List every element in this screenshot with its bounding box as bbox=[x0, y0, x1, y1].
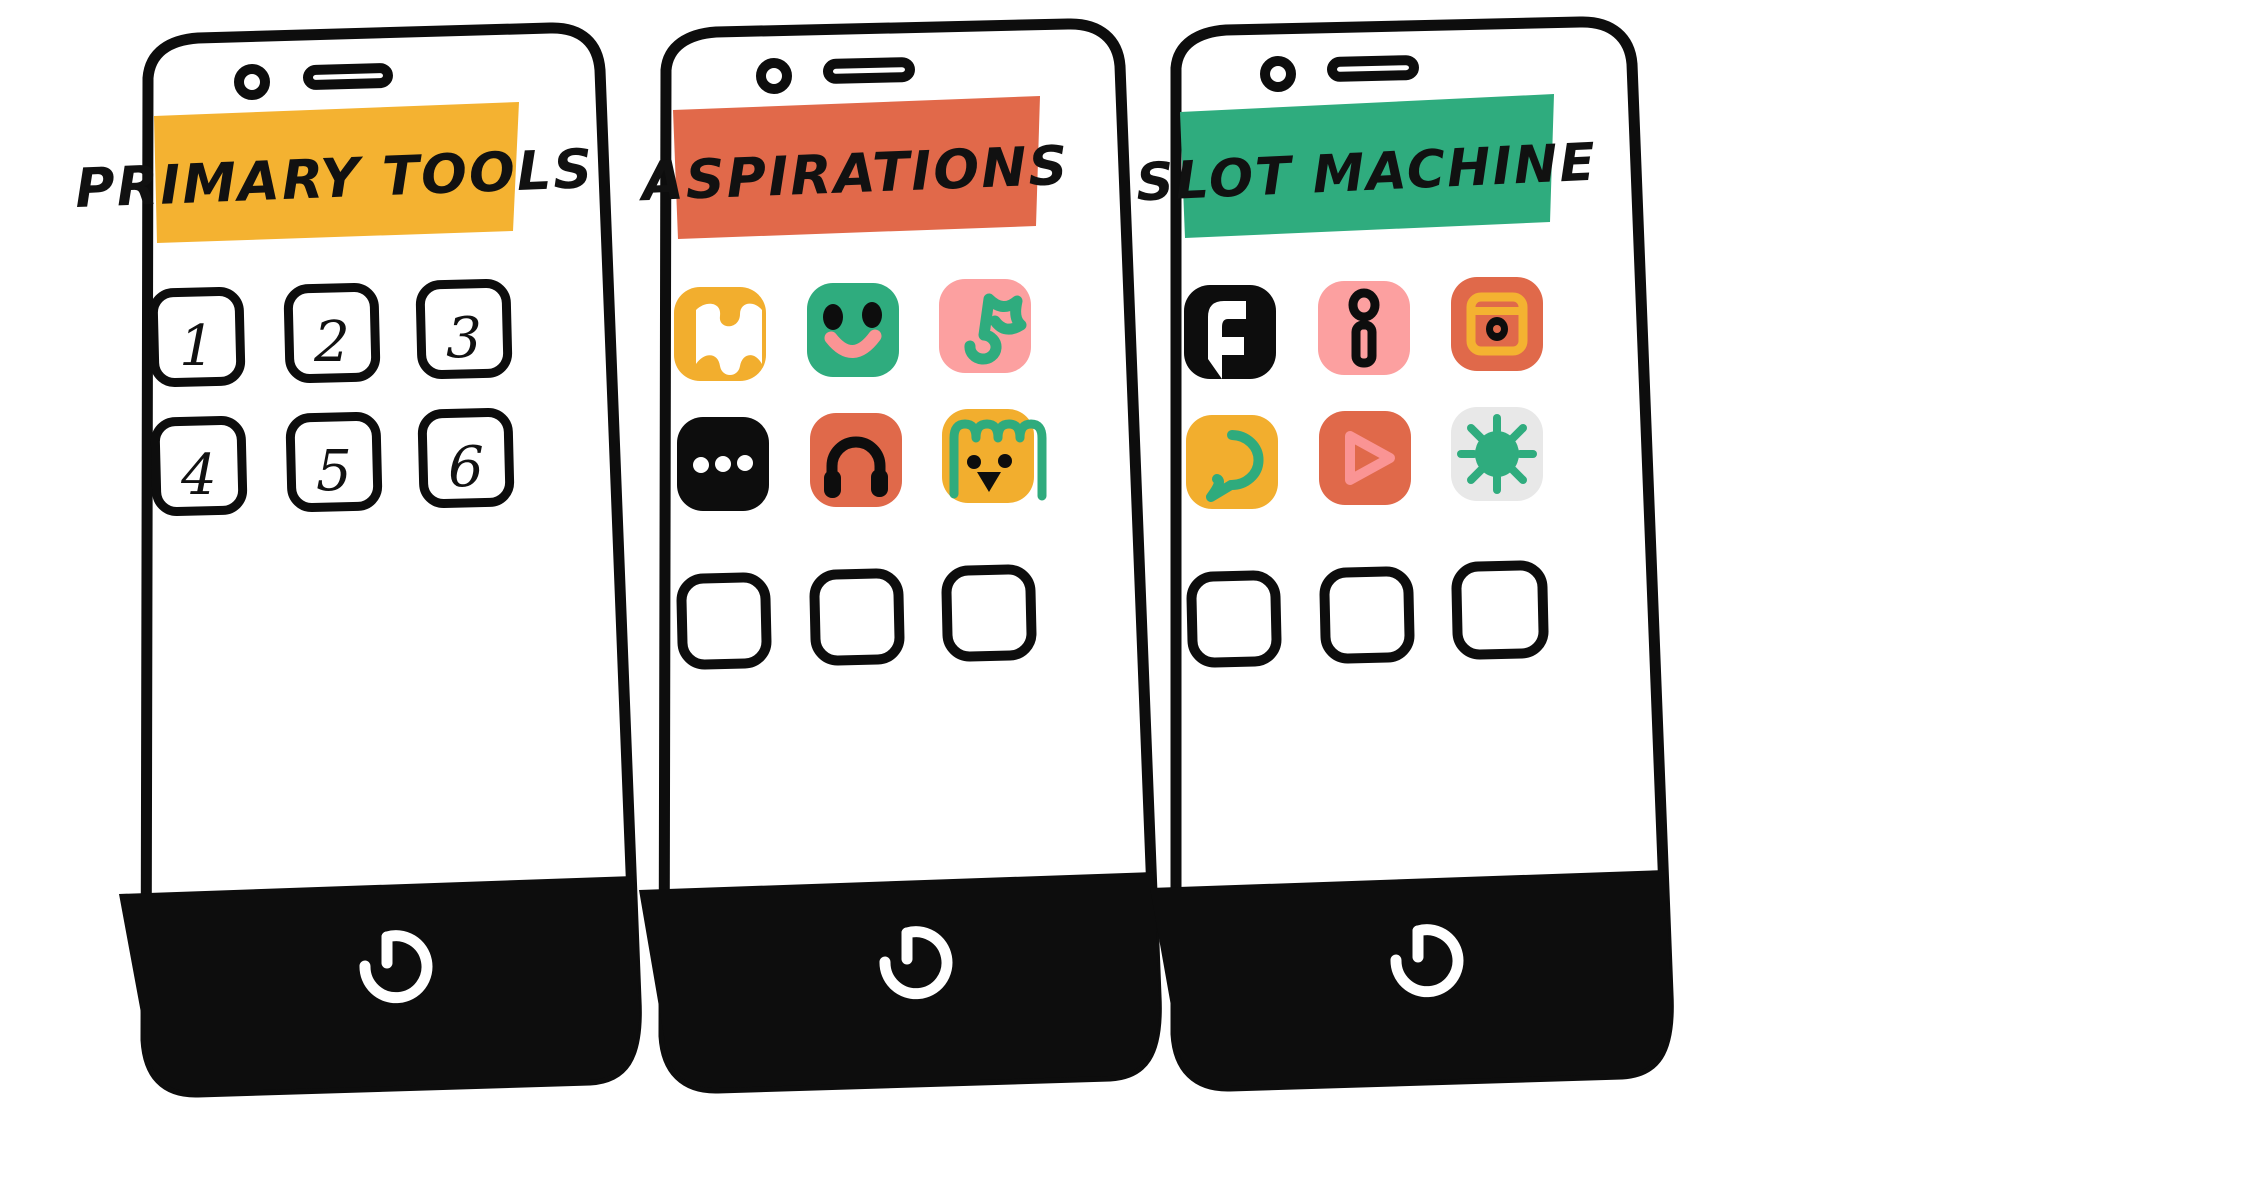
camera-app-icon[interactable] bbox=[1451, 277, 1543, 371]
info-app-icon[interactable] bbox=[1318, 281, 1410, 375]
illustration-canvas: PRIMARY TOOLS 1 2 3 4 5 6 ASPIRATIONS SL… bbox=[0, 0, 2266, 1191]
empty-slot-3[interactable] bbox=[1451, 560, 1549, 660]
empty-slot-2[interactable] bbox=[809, 568, 905, 666]
dot-1-icon bbox=[693, 457, 709, 473]
smiley-eye-left-icon bbox=[823, 304, 843, 330]
book-app-icon[interactable] bbox=[674, 287, 766, 381]
chat-app-icon[interactable] bbox=[1186, 415, 1278, 509]
music-app-icon[interactable] bbox=[939, 279, 1031, 373]
smiley-eye-right-icon bbox=[862, 302, 882, 328]
headphones-app-icon[interactable] bbox=[810, 413, 902, 507]
phone-chin bbox=[1150, 870, 1672, 1087]
camera-lens-inner-icon bbox=[1493, 325, 1501, 333]
key-2-label: 2 bbox=[313, 310, 350, 375]
empty-slot-2[interactable] bbox=[1319, 566, 1415, 664]
play-app-icon[interactable] bbox=[1319, 411, 1411, 505]
key-1-label: 1 bbox=[179, 314, 215, 379]
empty-slot-1[interactable] bbox=[676, 572, 772, 670]
empty-slot-3[interactable] bbox=[941, 564, 1037, 662]
creature-eye-right-icon bbox=[998, 454, 1012, 468]
phone-chin bbox=[119, 876, 640, 1093]
key-4-label: 4 bbox=[180, 443, 217, 508]
dot-3-icon bbox=[737, 455, 753, 471]
more-app-icon[interactable] bbox=[677, 417, 769, 511]
slot-machine-phone: SLOT MACHINE bbox=[1080, 0, 1780, 1191]
empty-slot-1[interactable] bbox=[1186, 570, 1282, 668]
creature-app-icon[interactable] bbox=[942, 409, 1047, 503]
smiley-app-icon[interactable] bbox=[807, 283, 899, 377]
key-5-label: 5 bbox=[316, 439, 352, 504]
bug-app-icon[interactable] bbox=[1451, 407, 1543, 501]
key-3-label: 3 bbox=[446, 306, 482, 371]
f-app-icon[interactable] bbox=[1184, 285, 1276, 379]
creature-eye-left-icon bbox=[967, 455, 981, 469]
dot-2-icon bbox=[715, 456, 731, 472]
key-6-label: 6 bbox=[448, 435, 484, 500]
